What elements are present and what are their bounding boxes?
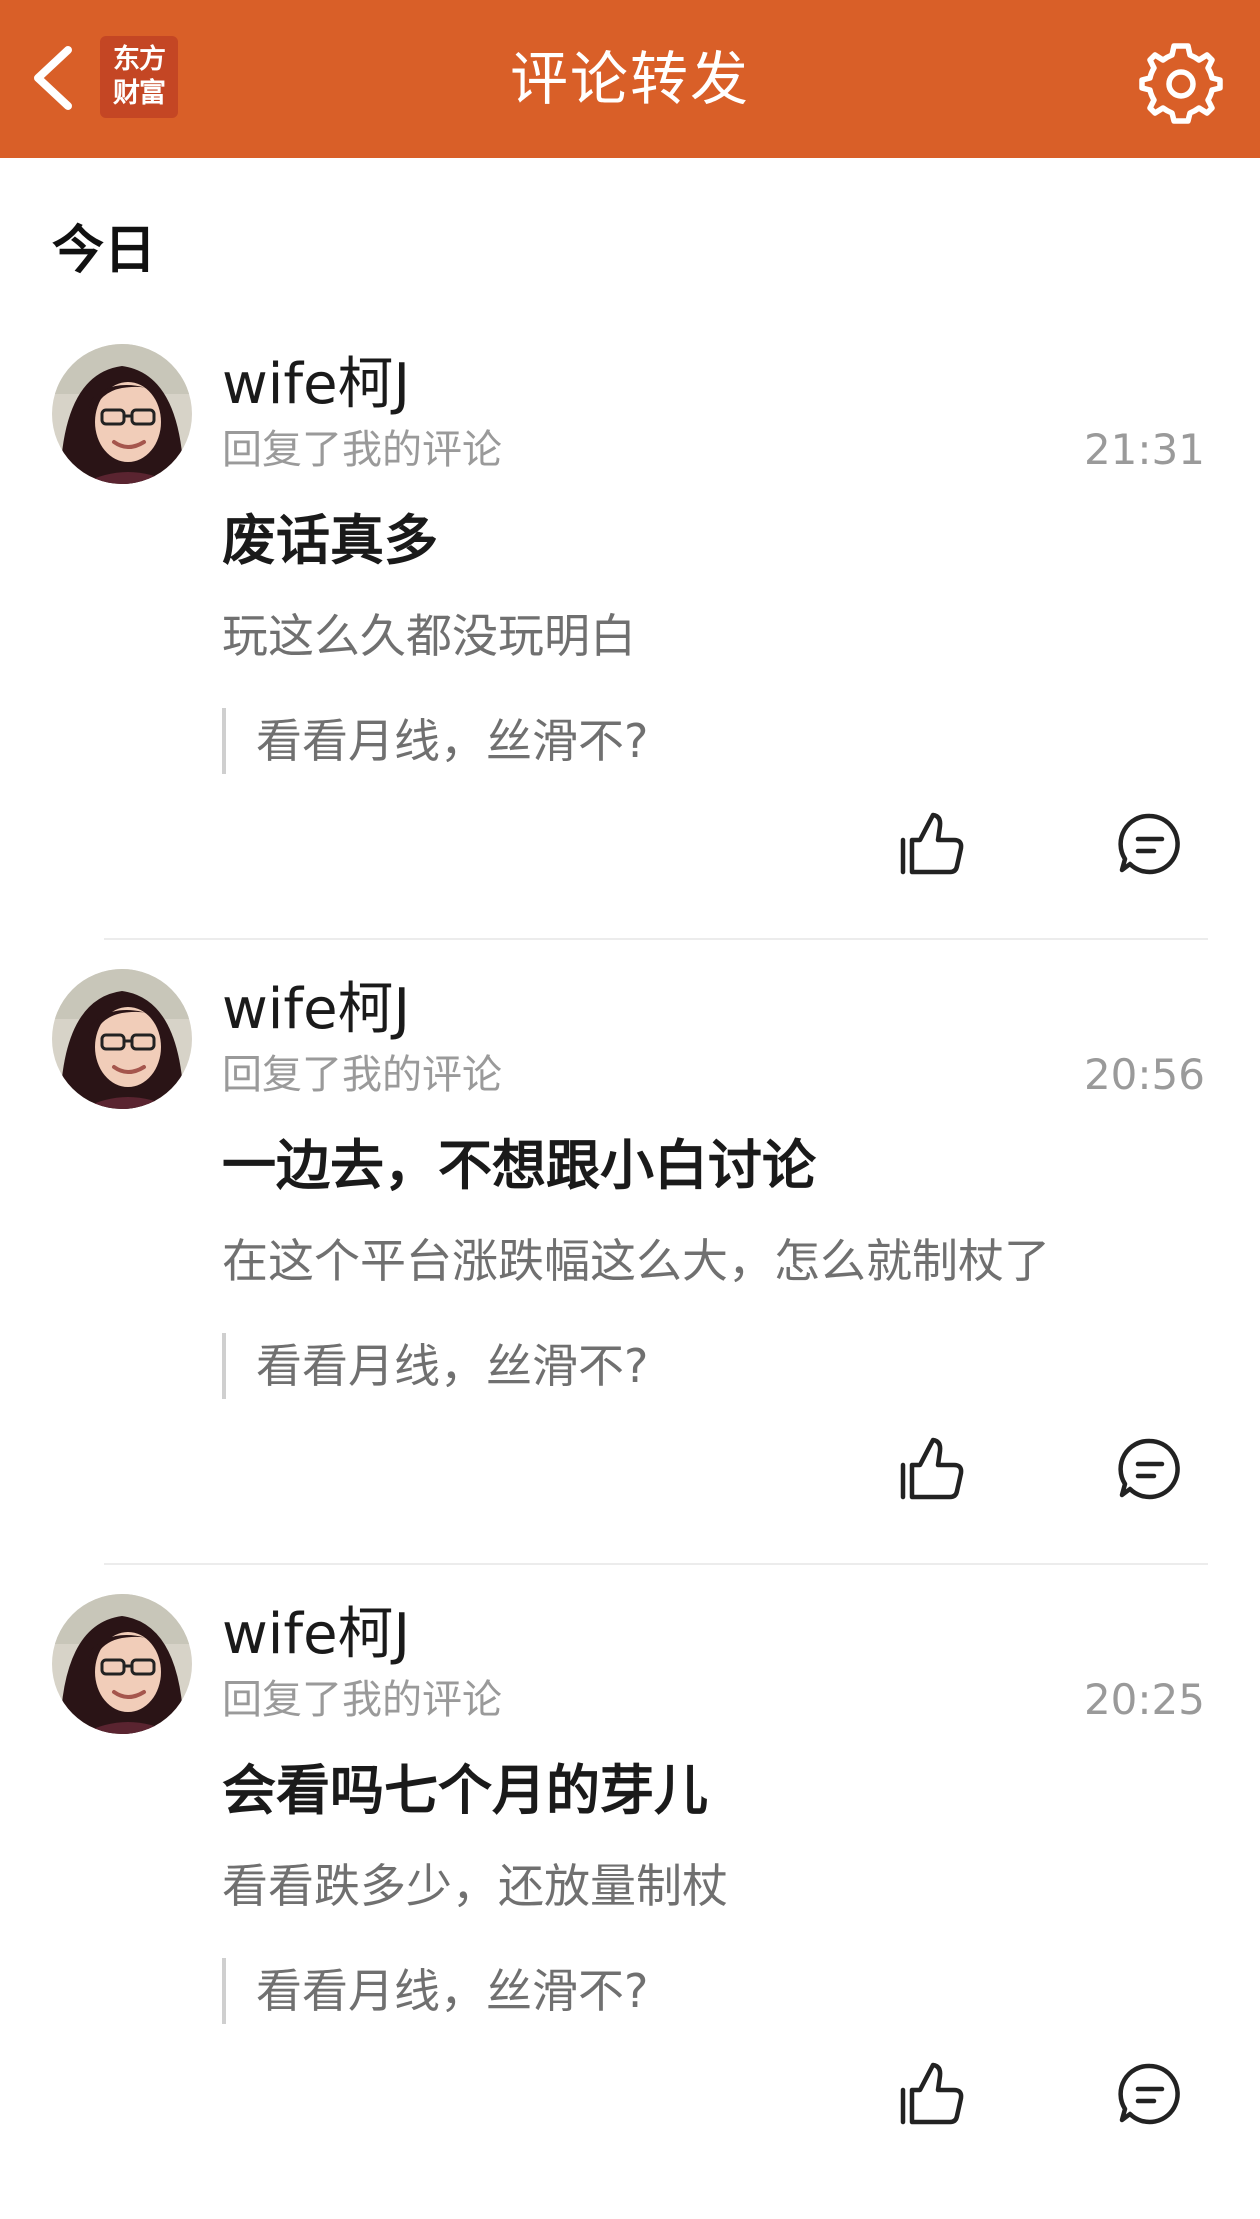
username[interactable]: wife柯J (222, 350, 410, 420)
reply-notification-item[interactable]: wife柯J 回复了我的评论 20:25 会看吗七个月的芽儿 看看跌多少，还放量… (0, 1594, 1260, 2219)
reply-text[interactable]: 废话真多 (222, 504, 438, 578)
divider (104, 1563, 1208, 1565)
like-button[interactable] (898, 810, 966, 878)
notification-type: 回复了我的评论 (222, 1052, 502, 1098)
notification-type: 回复了我的评论 (222, 1677, 502, 1723)
timestamp: 21:31 (1083, 425, 1205, 474)
notification-type: 回复了我的评论 (222, 427, 502, 473)
thumbs-up-icon (900, 812, 964, 875)
thumbs-up-icon (900, 1437, 964, 1500)
comment-button[interactable] (1116, 1435, 1184, 1503)
comment-bubble-icon (1118, 2063, 1180, 2125)
username[interactable]: wife柯J (222, 975, 410, 1045)
quoted-post[interactable]: 看看月线，丝滑不? (222, 1958, 648, 2024)
username[interactable]: wife柯J (222, 1600, 410, 1670)
reply-text[interactable]: 一边去，不想跟小白讨论 (222, 1129, 816, 1203)
reply-notification-item[interactable]: wife柯J 回复了我的评论 20:56 一边去，不想跟小白讨论 在这个平台涨跌… (0, 969, 1260, 1594)
my-comment-text[interactable]: 看看跌多少，还放量制杖 (222, 1854, 728, 1918)
top-nav-bar: 东方 财富 评论转发 (0, 0, 1260, 158)
timestamp: 20:25 (1083, 1675, 1205, 1724)
reply-notification-item[interactable]: wife柯J 回复了我的评论 21:31 废话真多 玩这么久都没玩明白 看看月线… (0, 344, 1260, 969)
comment-button[interactable] (1116, 810, 1184, 878)
gear-icon (1139, 43, 1223, 124)
avatar[interactable] (52, 1594, 192, 1734)
thumbs-up-icon (900, 2062, 964, 2125)
page-title: 评论转发 (509, 45, 750, 113)
like-button[interactable] (898, 2060, 966, 2128)
avatar[interactable] (52, 969, 192, 1109)
timestamp: 20:56 (1083, 1050, 1205, 1099)
comment-bubble-icon (1118, 813, 1180, 875)
divider (104, 938, 1208, 940)
avatar[interactable] (52, 344, 192, 484)
reply-text[interactable]: 会看吗七个月的芽儿 (222, 1754, 708, 1828)
settings-button[interactable] (1138, 38, 1224, 124)
quoted-post[interactable]: 看看月线，丝滑不? (222, 1333, 648, 1399)
section-label-today: 今日 (52, 221, 157, 281)
my-comment-text[interactable]: 在这个平台涨跌幅这么大，怎么就制杖了 (222, 1229, 1050, 1293)
quoted-post[interactable]: 看看月线，丝滑不? (222, 708, 648, 774)
like-button[interactable] (898, 1435, 966, 1503)
comment-button[interactable] (1116, 2060, 1184, 2128)
my-comment-text[interactable]: 玩这么久都没玩明白 (222, 604, 636, 668)
comment-bubble-icon (1118, 1438, 1180, 1500)
